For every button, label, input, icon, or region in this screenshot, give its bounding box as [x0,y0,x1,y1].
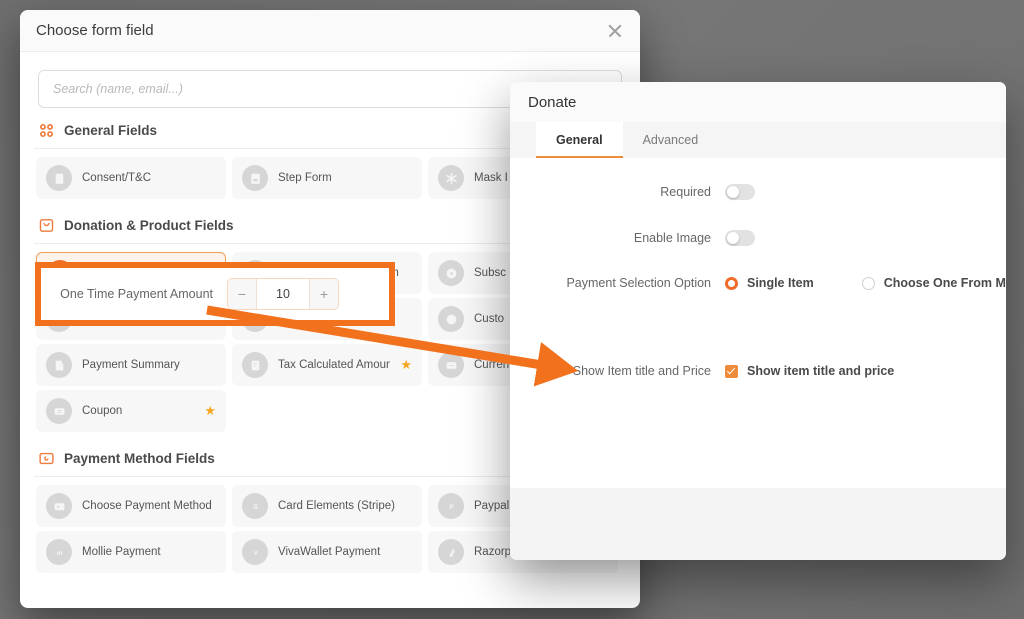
radio-label: Single Item [747,276,814,290]
checkbox-label: Show item title and price [747,364,895,378]
radio-icon [861,276,875,290]
field-card[interactable]: Step Form [232,157,422,199]
field-card-label: Consent/T&C [82,172,152,184]
donate-panel-title: Donate [528,93,577,111]
currency-icon [438,352,464,378]
enable-image-toggle[interactable] [725,230,755,246]
subscription-icon [438,260,464,286]
one-time-payment-amount-highlight: One Time Payment Amount − + [35,262,395,326]
radio-icon [725,276,738,290]
enable-image-label: Enable Image [633,231,711,245]
page-title: Choose form field [36,22,154,39]
field-card[interactable]: V VivaWallet Payment [232,531,422,573]
steps-icon [242,165,268,191]
section-title: Payment Method Fields [64,451,215,466]
amount-stepper: − + [227,278,339,310]
radio-single-item[interactable]: Single Item [725,276,814,290]
amount-label: One Time Payment Amount [60,287,213,301]
tax-icon [242,352,268,378]
field-card-label: Choose Payment Method [82,500,212,512]
field-card-label: Step Form [278,172,332,184]
section-title: General Fields [64,123,158,138]
tab-advanced[interactable]: Advanced [623,122,719,158]
checkbox-icon [725,364,738,378]
four-dots-grid-icon [38,122,55,139]
field-card[interactable]: Payment Summary [36,344,226,386]
paypal-icon: P [438,493,464,519]
enable-image-row: Enable Image [510,230,1006,246]
field-card-label: Card Elements (Stripe) [278,500,395,512]
donate-panel-header: Donate [510,82,1006,122]
donate-panel-footer [510,488,1006,560]
razorpay-icon [438,539,464,565]
field-card[interactable]: Consent/T&C [36,157,226,199]
required-row: Required [510,184,1006,200]
required-toggle[interactable] [725,184,755,200]
decrement-button[interactable]: − [228,279,257,309]
dialog-header: Choose form field [20,10,640,52]
field-card[interactable]: m Mollie Payment [36,531,226,573]
field-card[interactable]: Tax Calculated Amount ★ [232,344,422,386]
shopping-bag-icon [38,217,55,234]
choose-method-icon [46,493,72,519]
svg-text:P: P [449,504,454,511]
clipboard-icon [46,165,72,191]
increment-button[interactable]: + [309,279,338,309]
amount-input[interactable] [257,279,309,309]
donate-panel-body: Required Enable Image Payment Selection … [510,158,1006,488]
show-title-checkbox-option[interactable]: Show item title and price [725,364,894,378]
radio-label: Choose One From Multip [883,276,1006,290]
summary-icon [46,352,72,378]
field-card-label: VivaWallet Payment [278,546,381,558]
svg-text:V: V [253,550,258,557]
field-card-label: Payment Summary [82,359,180,371]
stripe-icon: S [242,493,268,519]
close-icon[interactable] [604,20,626,42]
field-card-label: Tax Calculated Amount [278,359,391,371]
radio-choose-one-from-multiple[interactable]: Choose One From Multip [861,276,1006,290]
field-card[interactable]: Coupon ★ [36,390,226,432]
required-label: Required [660,185,711,199]
coupon-icon [46,398,72,424]
field-card[interactable]: S Card Elements (Stripe) [232,485,422,527]
toggle-knob [727,232,739,244]
vivawallet-icon: V [242,539,268,565]
star-icon: ★ [400,357,412,372]
field-card-label: Mollie Payment [82,546,161,558]
show-title-row: Show Item title and Price Show item titl… [510,364,1006,378]
svg-text:S: S [253,504,258,511]
payment-selection-label: Payment Selection Option [566,276,711,290]
custom-amount-icon [438,306,464,332]
field-card-label: Coupon [82,405,123,417]
svg-text:m: m [56,550,62,557]
show-title-label: Show Item title and Price [572,364,711,378]
payment-selection-row: Payment Selection Option Single Item Cho… [510,276,1006,290]
mollie-icon: m [46,539,72,565]
section-title: Donation & Product Fields [64,218,234,233]
star-icon: ★ [204,403,216,418]
tab-general[interactable]: General [536,122,623,158]
asterisk-icon [438,165,464,191]
card-icon [38,450,55,467]
donate-tabs: General Advanced [510,122,1006,158]
donate-settings-panel: Donate General Advanced Required Enable … [510,82,1006,560]
toggle-knob [727,186,739,198]
field-card[interactable]: Choose Payment Method [36,485,226,527]
